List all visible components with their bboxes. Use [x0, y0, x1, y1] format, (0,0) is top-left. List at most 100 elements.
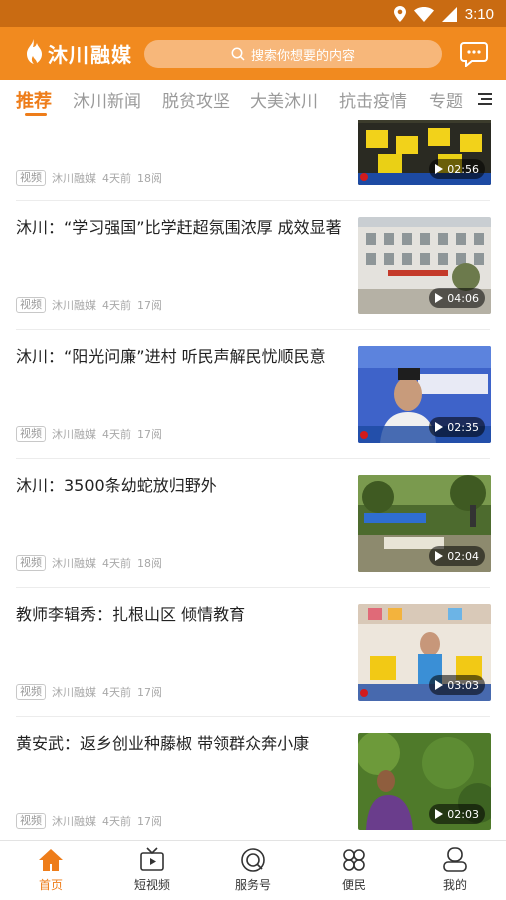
news-title: 沐川：3500条幼蛇放归野外 — [16, 476, 217, 495]
search-placeholder: 搜索你想要的内容 — [250, 48, 355, 64]
status-icons: 3:10 — [393, 4, 494, 24]
news-source: 沐川融媒 — [52, 815, 96, 828]
news-time: 4天前 — [102, 299, 131, 312]
location-icon — [393, 6, 406, 22]
news-meta: 视频 沐川融媒 4天前 18阅 — [16, 170, 162, 186]
channel-logo-icon — [360, 173, 368, 181]
nav-label: 服务号 — [234, 878, 271, 892]
tab-epidemic[interactable]: 抗击疫情 — [339, 87, 407, 112]
flame-logo-icon — [27, 39, 42, 64]
news-reads: 17阅 — [137, 815, 162, 828]
nav-label: 便民 — [341, 878, 366, 892]
video-duration: 02:03 — [429, 804, 485, 824]
list-item[interactable]: 黄安武：返乡创业种藤椒 带领群众奔小康 02:03 视频 沐川融媒 4天前 17… — [0, 716, 506, 840]
profile-icon — [443, 847, 467, 872]
news-title: 沐川：“阳光问廉”进村 听民声解民忧顺民意 — [16, 347, 326, 366]
video-duration: 04:06 — [429, 288, 485, 308]
news-reads: 17阅 — [137, 686, 162, 699]
news-title: 黄安武：返乡创业种藤椒 带领群众奔小康 — [16, 734, 310, 753]
news-reads: 18阅 — [137, 172, 162, 185]
tab-poverty[interactable]: 脱贫攻坚 — [162, 87, 230, 112]
news-meta: 视频 沐川融媒 4天前 18阅 — [16, 555, 162, 571]
nav-short-video[interactable]: 短视频 — [117, 847, 187, 897]
channel-logo-icon — [360, 689, 368, 697]
video-duration: 02:35 — [429, 417, 485, 437]
news-meta: 视频 沐川融媒 4天前 17阅 — [16, 813, 162, 829]
search-icon — [231, 47, 245, 61]
news-time: 4天前 — [102, 815, 131, 828]
nav-profile[interactable]: 我的 — [420, 847, 490, 897]
news-time: 4天前 — [102, 172, 131, 185]
video-thumbnail: 02:03 — [358, 733, 491, 830]
video-badge: 视频 — [16, 426, 46, 442]
list-item[interactable]: 教师李辑秀：扎根山区 倾情教育 03:03 视频 沐川融媒 4天前 17阅 — [0, 587, 506, 717]
video-thumbnail: 02:35 — [358, 346, 491, 443]
list-item[interactable]: 02:56 视频 沐川融媒 4天前 18阅 — [0, 120, 506, 201]
news-time: 4天前 — [102, 557, 131, 570]
list-item[interactable]: 沐川：3500条幼蛇放归野外 02:04 视频 沐川融媒 4天前 18阅 — [0, 458, 506, 588]
news-reads: 17阅 — [137, 428, 162, 441]
wifi-icon — [413, 6, 434, 22]
tab-special[interactable]: 专题 — [429, 87, 463, 112]
nav-service[interactable]: 服务号 — [218, 847, 288, 897]
news-feed[interactable]: 02:56 视频 沐川融媒 4天前 18阅 沐川：“学习强国”比学赶超氛围浓厚 … — [0, 120, 506, 840]
logo-text: 沐川融媒 — [48, 42, 132, 67]
bottom-navigation: 首页 短视频 服务号 便民 我的 — [0, 840, 506, 900]
nav-home[interactable]: 首页 — [16, 847, 86, 897]
video-duration: 02:04 — [429, 546, 485, 566]
news-source: 沐川融媒 — [52, 428, 96, 441]
app-logo[interactable]: 沐川融媒 — [22, 37, 132, 69]
video-badge: 视频 — [16, 684, 46, 700]
video-duration: 03:03 — [429, 675, 485, 695]
news-reads: 18阅 — [137, 557, 162, 570]
news-source: 沐川融媒 — [52, 557, 96, 570]
tab-recommend[interactable]: 推荐 — [16, 87, 52, 113]
channel-menu-icon[interactable] — [478, 92, 492, 106]
status-bar: 3:10 — [0, 0, 506, 27]
video-duration: 02:56 — [429, 159, 485, 179]
home-icon — [39, 849, 63, 871]
news-title: 教师李辑秀：扎根山区 倾情教育 — [16, 605, 246, 624]
video-badge: 视频 — [16, 813, 46, 829]
tab-active-indicator — [25, 113, 47, 116]
news-meta: 视频 沐川融媒 4天前 17阅 — [16, 297, 162, 313]
clover-icon — [343, 849, 365, 871]
news-meta: 视频 沐川融媒 4天前 17阅 — [16, 426, 162, 442]
tab-beautiful-muchuan[interactable]: 大美沐川 — [250, 87, 318, 112]
nav-label: 我的 — [442, 878, 467, 892]
message-icon[interactable] — [460, 41, 488, 67]
search-input[interactable]: 搜索你想要的内容 — [144, 40, 442, 68]
news-reads: 17阅 — [137, 299, 162, 312]
list-item[interactable]: 沐川：“学习强国”比学赶超氛围浓厚 成效显著 04:06 视频 沐川融媒 4天前… — [0, 200, 506, 330]
nav-label: 首页 — [38, 878, 63, 892]
news-source: 沐川融媒 — [52, 299, 96, 312]
video-badge: 视频 — [16, 170, 46, 186]
channel-logo-icon — [360, 431, 368, 439]
play-icon — [435, 293, 444, 303]
play-icon — [435, 680, 444, 690]
tab-muchuan-news[interactable]: 沐川新闻 — [73, 87, 141, 112]
news-title: 沐川：“学习强国”比学赶超氛围浓厚 成效显著 — [16, 218, 342, 237]
news-time: 4天前 — [102, 428, 131, 441]
play-icon — [435, 809, 444, 819]
news-meta: 视频 沐川融媒 4天前 17阅 — [16, 684, 162, 700]
tv-icon — [140, 847, 164, 871]
nav-label: 短视频 — [133, 878, 170, 892]
news-source: 沐川融媒 — [52, 686, 96, 699]
video-badge: 视频 — [16, 555, 46, 571]
video-thumbnail: 03:03 — [358, 604, 491, 701]
news-time: 4天前 — [102, 686, 131, 699]
nav-convenience[interactable]: 便民 — [319, 847, 389, 897]
service-icon — [241, 848, 265, 872]
channel-tab-bar: 推荐 沐川新闻 脱贫攻坚 大美沐川 抗击疫情 专题 — [0, 80, 506, 120]
video-thumbnail: 04:06 — [358, 217, 491, 314]
play-icon — [435, 164, 444, 174]
news-source: 沐川融媒 — [52, 172, 96, 185]
signal-icon — [441, 6, 457, 22]
app-header: 沐川融媒 搜索你想要的内容 — [0, 27, 506, 80]
status-time: 3:10 — [464, 5, 494, 23]
play-icon — [435, 422, 444, 432]
list-item[interactable]: 沐川：“阳光问廉”进村 听民声解民忧顺民意 02:35 视频 沐川融媒 4天前 … — [0, 329, 506, 459]
video-thumbnail: 02:04 — [358, 475, 491, 572]
video-thumbnail: 02:56 — [358, 120, 491, 185]
